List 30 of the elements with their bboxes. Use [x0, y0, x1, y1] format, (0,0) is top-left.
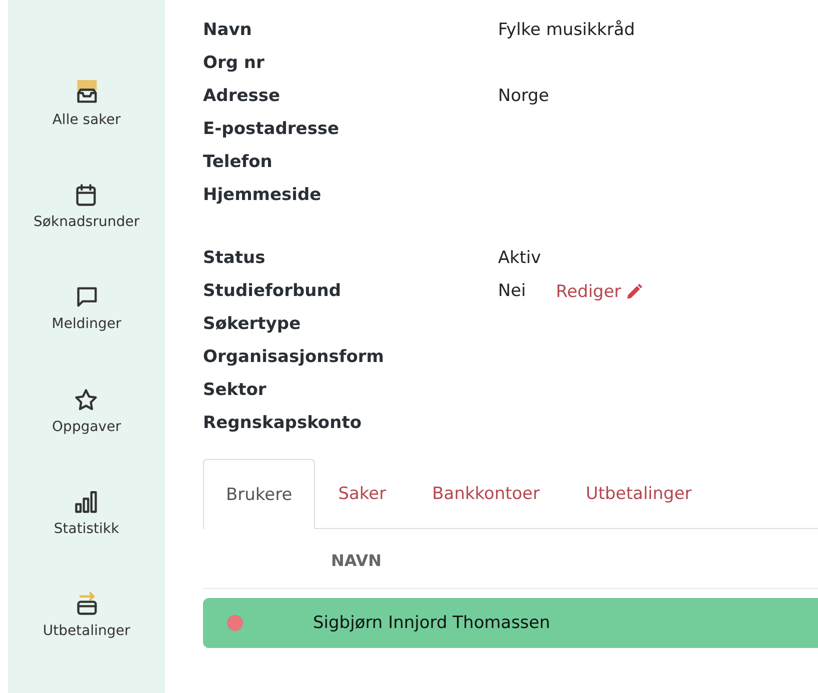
sidebar-item[interactable]: Alle saker [52, 80, 121, 182]
field-label: Regnskapskonto [203, 412, 363, 435]
field-label: Søkertype [203, 313, 302, 336]
field-label: Adresse [203, 85, 282, 108]
field-label: Hjemmeside [203, 184, 322, 207]
field-label: Status [203, 247, 266, 270]
sidebar-item[interactable]: Oppgaver [52, 386, 121, 489]
field-value: Norge [498, 85, 550, 108]
field-label: Org nr [203, 52, 266, 75]
field-label: Sektor [203, 379, 268, 402]
edit-link[interactable]: Rediger [556, 282, 644, 302]
field-label: Telefon [203, 151, 274, 174]
sidebar-item[interactable]: Søknadsrunder [34, 182, 140, 284]
pencil-icon [625, 282, 644, 300]
column-header: NAVN [331, 551, 382, 570]
tab[interactable]: Brukere [203, 459, 316, 529]
star-icon [73, 386, 100, 413]
field-label: Studieforbund [203, 280, 342, 303]
sidebar-item[interactable]: Statistikk [54, 488, 120, 591]
field-label: Organisasjonsform [203, 346, 386, 369]
field-value: Fylke musikkråd [498, 19, 635, 42]
sidebar-item[interactable]: Meldinger [52, 284, 122, 387]
sidebar-item[interactable]: Utbetalinger [42, 590, 130, 693]
field-value: Nei [498, 280, 526, 303]
field-value: Aktiv [498, 247, 541, 270]
table-row[interactable]: Sigbjørn Innjord Thomassen [203, 598, 818, 648]
bar-chart-icon [73, 488, 100, 515]
user-name: Sigbjørn Innjord Thomassen [313, 613, 550, 633]
field-label: E-postadresse [203, 118, 340, 141]
field-label: Navn [203, 19, 253, 42]
